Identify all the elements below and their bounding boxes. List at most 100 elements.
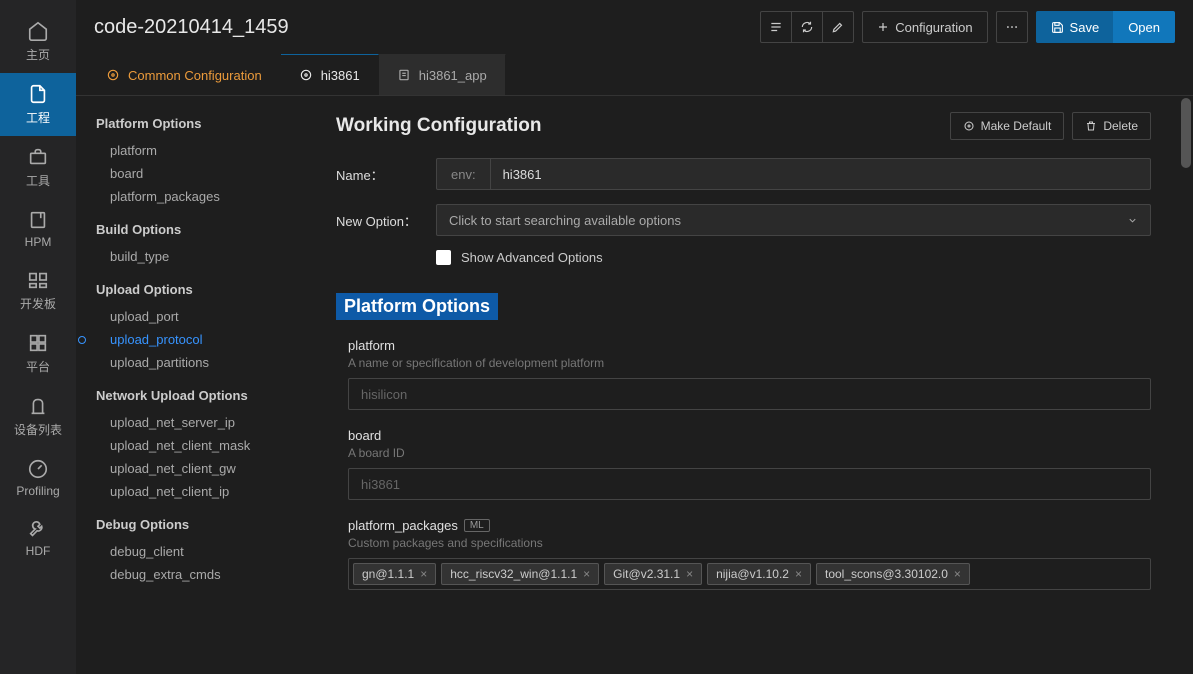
nav-tools-label: 工具 — [26, 172, 50, 189]
nav-home[interactable]: 主页 — [0, 10, 76, 73]
field-platform-name: platform — [348, 338, 1151, 353]
toolbox-icon — [27, 146, 49, 168]
target-icon — [106, 68, 120, 82]
nav-project[interactable]: 工程 — [0, 73, 76, 136]
nav-profiling[interactable]: Profiling — [0, 448, 76, 508]
tab-common-label: Common Configuration — [128, 68, 262, 83]
wrench-icon — [27, 518, 49, 540]
tab-hi3861[interactable]: hi3861 — [281, 54, 379, 95]
save-label: Save — [1070, 20, 1100, 35]
platform-input[interactable] — [348, 378, 1151, 410]
close-icon[interactable]: × — [795, 567, 802, 581]
close-icon[interactable]: × — [686, 567, 693, 581]
package-tag[interactable]: Git@v2.31.1× — [604, 563, 702, 585]
refresh-button[interactable] — [791, 11, 823, 43]
scrollbar[interactable] — [1179, 96, 1193, 674]
make-default-button[interactable]: Make Default — [950, 112, 1065, 140]
outline-platform-packages[interactable]: platform_packages — [96, 185, 336, 208]
field-board-name: board — [348, 428, 1151, 443]
field-board-desc: A board ID — [348, 446, 1151, 460]
tab-hi3861-app-label: hi3861_app — [419, 68, 487, 83]
nav-tools[interactable]: 工具 — [0, 136, 76, 199]
save-icon — [1051, 21, 1064, 34]
nav-devicelist[interactable]: 设备列表 — [0, 385, 76, 448]
new-option-label: New Option： — [336, 211, 436, 230]
outline-upload-net-client-ip[interactable]: upload_net_client_ip — [96, 480, 336, 503]
more-button[interactable] — [996, 11, 1028, 43]
package-tag[interactable]: nijia@v1.10.2× — [707, 563, 811, 585]
ml-tag: ML — [464, 519, 490, 532]
tab-hi3861-app[interactable]: hi3861_app — [379, 54, 506, 95]
make-default-label: Make Default — [981, 119, 1052, 133]
scrollbar-thumb[interactable] — [1181, 98, 1191, 168]
new-option-select[interactable]: Click to start searching available optio… — [436, 204, 1151, 236]
package-tag[interactable]: gn@1.1.1× — [353, 563, 436, 585]
field-platform-packages-desc: Custom packages and specifications — [348, 536, 1151, 550]
show-advanced-label: Show Advanced Options — [461, 250, 603, 265]
refresh-icon — [800, 20, 814, 34]
list-button[interactable] — [760, 11, 792, 43]
nav-hpm[interactable]: HPM — [0, 199, 76, 259]
outline-upload-protocol[interactable]: upload_protocol — [96, 328, 336, 351]
section-platform-options: Platform Options — [336, 293, 498, 320]
platform-packages-tags[interactable]: gn@1.1.1× hcc_riscv32_win@1.1.1× Git@v2.… — [348, 558, 1151, 590]
nav-home-label: 主页 — [26, 46, 50, 63]
field-platform-packages-name: platform_packages — [348, 518, 458, 533]
nav-hdf[interactable]: HDF — [0, 508, 76, 568]
outline-build-options[interactable]: Build Options — [96, 222, 336, 237]
edit-icon — [831, 20, 845, 34]
chevron-down-icon — [1127, 215, 1138, 226]
show-advanced-checkbox[interactable] — [436, 250, 451, 265]
nav-devicelist-label: 设备列表 — [14, 421, 62, 438]
outline-debug-options[interactable]: Debug Options — [96, 517, 336, 532]
tab-hi3861-label: hi3861 — [321, 68, 360, 83]
open-button[interactable]: Open — [1113, 11, 1175, 43]
outline-debug-client[interactable]: debug_client — [96, 540, 336, 563]
outline-network-upload-options[interactable]: Network Upload Options — [96, 388, 336, 403]
env-prefix: env: — [437, 159, 491, 189]
outline-build-type[interactable]: build_type — [96, 245, 336, 268]
grid-icon — [27, 332, 49, 354]
outline-platform[interactable]: platform — [96, 139, 336, 162]
target-icon — [963, 120, 975, 132]
configuration-label: Configuration — [895, 20, 972, 35]
outline-upload-port[interactable]: upload_port — [96, 305, 336, 328]
package-tag[interactable]: hcc_riscv32_win@1.1.1× — [441, 563, 599, 585]
configuration-button[interactable]: Configuration — [862, 11, 987, 43]
nav-hpm-label: HPM — [25, 235, 52, 249]
device-icon — [27, 395, 49, 417]
tab-common-config[interactable]: Common Configuration — [88, 54, 281, 95]
name-label: Name： — [336, 165, 436, 184]
save-button[interactable]: Save — [1036, 11, 1115, 43]
home-icon — [27, 20, 49, 42]
new-option-placeholder: Click to start searching available optio… — [449, 213, 681, 228]
working-config-title: Working Configuration — [336, 115, 541, 137]
outline-upload-net-client-mask[interactable]: upload_net_client_mask — [96, 434, 336, 457]
nav-profiling-label: Profiling — [16, 484, 59, 498]
board-input[interactable] — [348, 468, 1151, 500]
close-icon[interactable]: × — [420, 567, 427, 581]
outline-upload-net-server-ip[interactable]: upload_net_server_ip — [96, 411, 336, 434]
nav-devboard[interactable]: 开发板 — [0, 259, 76, 322]
nav-platform[interactable]: 平台 — [0, 322, 76, 385]
outline-upload-options[interactable]: Upload Options — [96, 282, 336, 297]
name-input[interactable] — [491, 159, 1150, 189]
list-icon — [769, 20, 783, 34]
open-label: Open — [1128, 20, 1160, 35]
outline-board[interactable]: board — [96, 162, 336, 185]
outline-upload-net-client-gw[interactable]: upload_net_client_gw — [96, 457, 336, 480]
nav-devboard-label: 开发板 — [20, 295, 56, 312]
close-icon[interactable]: × — [583, 567, 590, 581]
gauge-icon — [27, 458, 49, 480]
outline-debug-extra-cmds[interactable]: debug_extra_cmds — [96, 563, 336, 586]
edit-button[interactable] — [822, 11, 854, 43]
ellipsis-icon — [1005, 20, 1019, 34]
package-tag[interactable]: tool_scons@3.30102.0× — [816, 563, 970, 585]
nav-hdf-label: HDF — [26, 544, 51, 558]
close-icon[interactable]: × — [954, 567, 961, 581]
delete-button[interactable]: Delete — [1072, 112, 1151, 140]
page-title: code-20210414_1459 — [94, 16, 289, 39]
file-icon — [27, 83, 49, 105]
outline-platform-options[interactable]: Platform Options — [96, 116, 336, 131]
outline-upload-partitions[interactable]: upload_partitions — [96, 351, 336, 374]
